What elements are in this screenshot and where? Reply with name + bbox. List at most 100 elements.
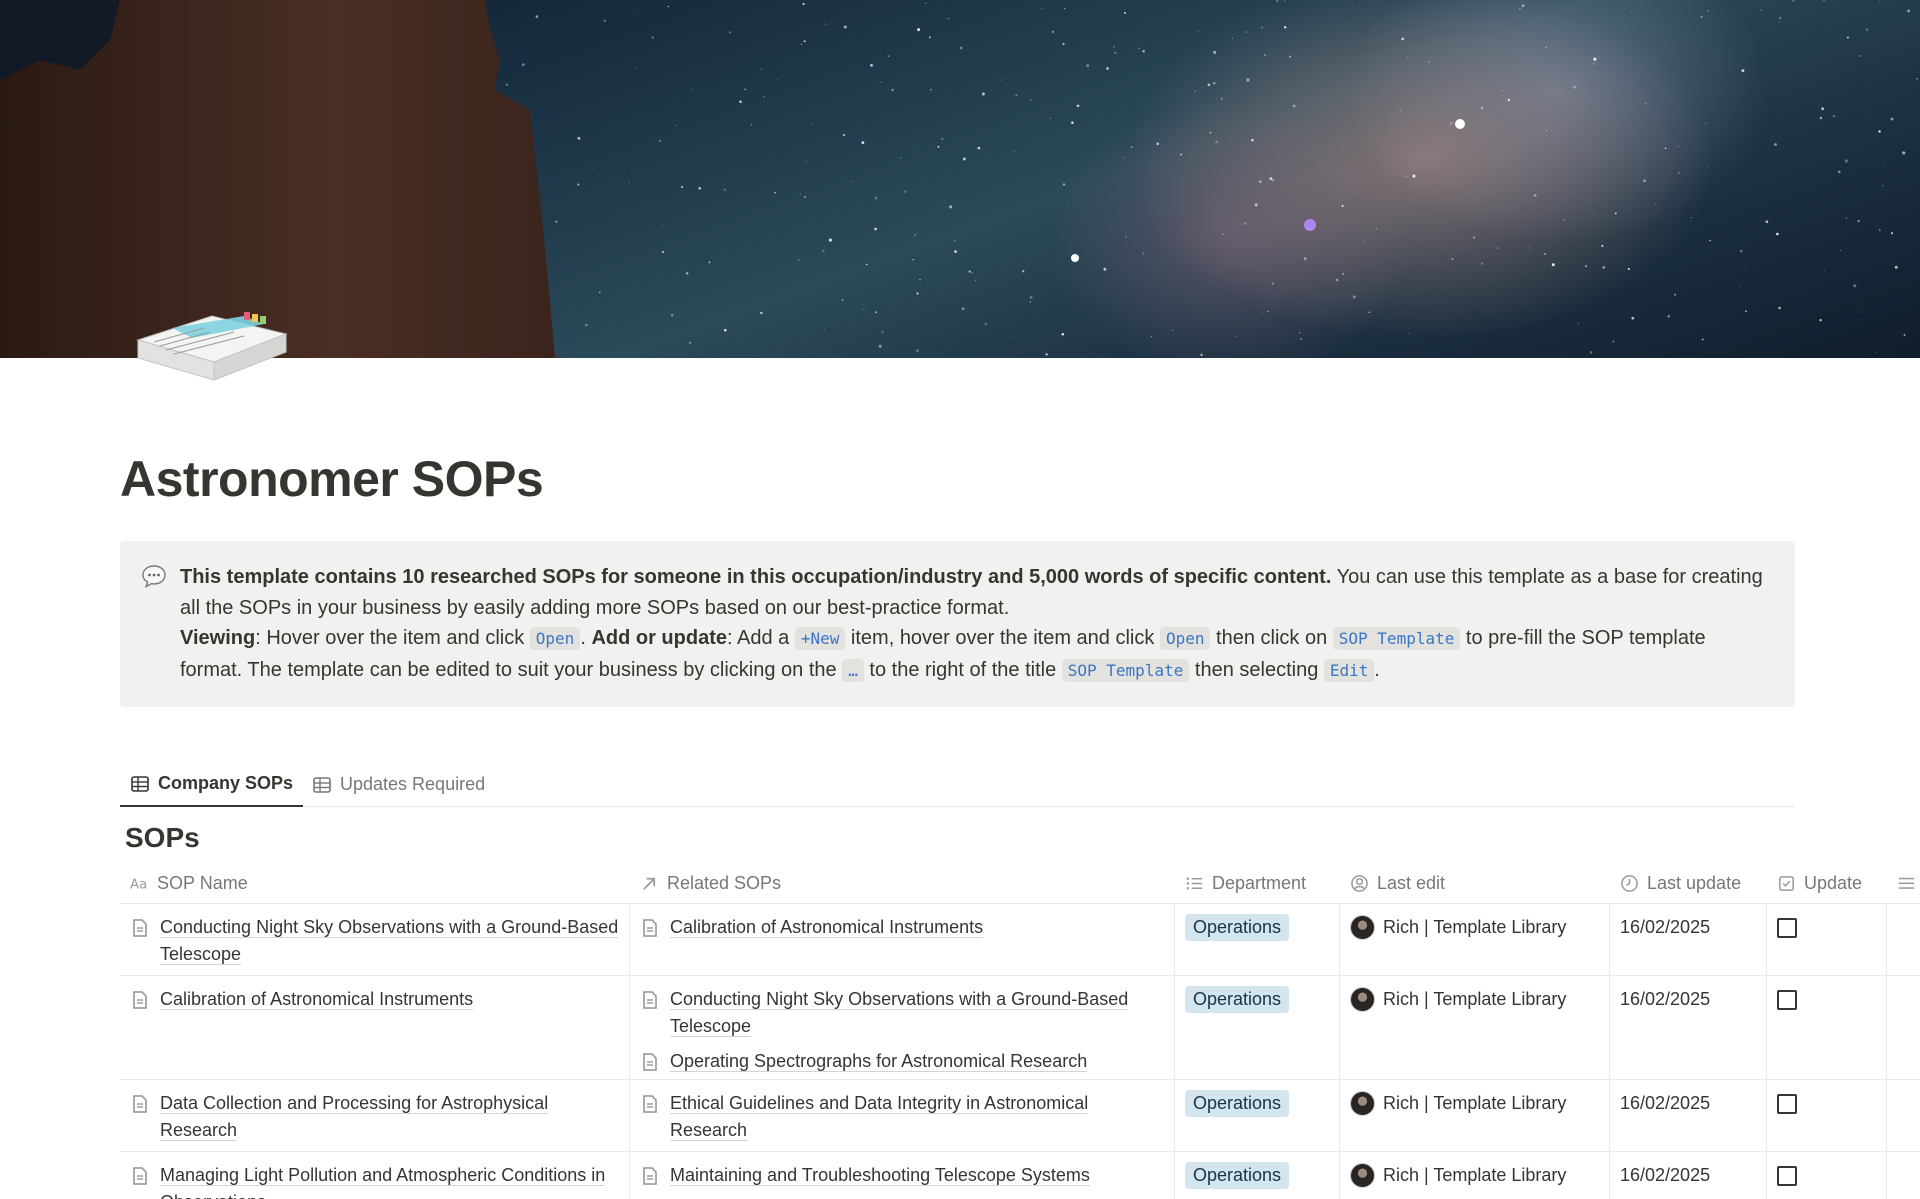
page-icon — [133, 991, 147, 1009]
viewing-text-1: : Hover over the item and click — [255, 627, 530, 649]
tab-label: Updates Required — [340, 774, 486, 794]
table-icon — [131, 775, 149, 792]
sop-name-cell[interactable]: Calibration of Astronomical Instruments — [120, 976, 630, 1079]
last-edit-person: Rich | Template Library — [1350, 1162, 1599, 1189]
table-row[interactable]: Managing Light Pollution and Atmospheric… — [120, 1152, 1920, 1199]
table-header: Aa SOP Name Related SOPs Department Last… — [120, 862, 1920, 904]
department-cell[interactable]: Operations — [1175, 1080, 1340, 1151]
table-row[interactable]: Calibration of Astronomical Instruments … — [120, 976, 1920, 1080]
column-header-more[interactable] — [1887, 862, 1920, 904]
callout-bold-intro: This template contains 10 researched SOP… — [180, 566, 1332, 588]
related-sop-name: Calibration of Astronomical Instruments — [670, 917, 984, 938]
table-row[interactable]: Data Collection and Processing for Astro… — [120, 1080, 1920, 1152]
update-checkbox[interactable] — [1777, 990, 1797, 1010]
code-dots: … — [842, 658, 864, 682]
database-title[interactable]: SOPs — [125, 822, 200, 854]
page-icon — [643, 991, 657, 1009]
department-tag: Operations — [1185, 914, 1290, 941]
avatar — [1350, 1091, 1375, 1116]
department-cell[interactable]: Operations — [1175, 976, 1340, 1079]
related-sops-cell[interactable]: Ethical Guidelines and Data Integrity in… — [630, 1080, 1175, 1151]
last-edit-cell[interactable]: Rich | Template Library — [1340, 1080, 1610, 1151]
last-update-cell[interactable]: 16/02/2025 — [1610, 904, 1767, 975]
last-edit-cell[interactable]: Rich | Template Library — [1340, 1152, 1610, 1199]
page-title: Astronomer SOPs — [120, 451, 544, 507]
table-row[interactable]: Conducting Night Sky Observations with a… — [120, 904, 1920, 976]
relation-arrow-icon — [643, 877, 656, 890]
callout-text: This template contains 10 researched SOP… — [180, 562, 1765, 686]
related-sop-link[interactable]: Maintaining and Troubleshooting Telescop… — [640, 1162, 1164, 1189]
add-text-3: then click on — [1210, 627, 1333, 649]
sops-table: Aa SOP Name Related SOPs Department Last… — [120, 862, 1920, 1199]
related-sop-link[interactable]: Conducting Night Sky Observations with a… — [640, 986, 1164, 1040]
related-sop-link[interactable]: Ethical Guidelines and Data Integrity in… — [640, 1090, 1164, 1144]
related-sop-link[interactable]: Operating Spectrographs for Astronomical… — [640, 1048, 1164, 1075]
sop-name-link[interactable]: Data Collection and Processing for Astro… — [130, 1090, 619, 1144]
last-update-cell[interactable]: 16/02/2025 — [1610, 1152, 1767, 1199]
last-edit-name: Rich | Template Library — [1383, 1165, 1567, 1185]
last-update-date: 16/02/2025 — [1620, 917, 1711, 937]
column-header-last-edit[interactable]: Last edit — [1340, 862, 1610, 904]
tab-updates-required[interactable]: Updates Required — [302, 762, 495, 807]
column-label: Last edit — [1377, 872, 1446, 893]
sop-name-cell[interactable]: Conducting Night Sky Observations with a… — [120, 904, 630, 975]
code-open-2: Open — [1159, 627, 1211, 650]
update-cell — [1767, 1080, 1887, 1151]
column-label: Related SOPs — [667, 872, 782, 893]
view-tabs: Company SOPs Updates Required — [120, 762, 1795, 807]
page-icon — [643, 1095, 657, 1113]
department-cell[interactable]: Operations — [1175, 1152, 1340, 1199]
column-label: Department — [1212, 872, 1307, 893]
last-edit-cell[interactable]: Rich | Template Library — [1340, 904, 1610, 975]
last-edit-cell[interactable]: Rich | Template Library — [1340, 976, 1610, 1079]
related-sop-link[interactable]: Calibration of Astronomical Instruments — [640, 914, 1164, 941]
related-sop-name: Conducting Night Sky Observations with a… — [670, 989, 1129, 1037]
update-cell — [1767, 1152, 1887, 1199]
sop-name-cell[interactable]: Data Collection and Processing for Astro… — [120, 1080, 630, 1151]
add-update-label: Add or update — [591, 627, 727, 649]
column-header-update[interactable]: Update — [1767, 862, 1887, 904]
column-header-sop-name[interactable]: Aa SOP Name — [120, 862, 630, 904]
tab-label: Company SOPs — [158, 773, 294, 793]
column-header-department[interactable]: Department — [1175, 862, 1340, 904]
update-checkbox[interactable] — [1777, 1166, 1797, 1186]
person-icon — [1351, 874, 1368, 892]
related-sops-cell[interactable]: Conducting Night Sky Observations with a… — [630, 976, 1175, 1079]
page-icon — [133, 1167, 147, 1185]
tab-company-sops[interactable]: Company SOPs — [120, 762, 304, 807]
last-update-cell[interactable]: 16/02/2025 — [1610, 1080, 1767, 1151]
page-icon — [133, 1095, 147, 1113]
avatar — [1350, 915, 1375, 940]
last-update-cell[interactable]: 16/02/2025 — [1610, 976, 1767, 1079]
speech-bubble-icon[interactable] — [141, 563, 167, 589]
last-edit-name: Rich | Template Library — [1383, 1093, 1567, 1113]
last-edit-person: Rich | Template Library — [1350, 914, 1599, 941]
related-sops-cell[interactable]: Maintaining and Troubleshooting Telescop… — [630, 1152, 1175, 1199]
code-edit: Edit — [1323, 658, 1375, 682]
update-cell — [1767, 904, 1887, 975]
update-checkbox[interactable] — [1777, 1094, 1797, 1114]
column-header-related-sops[interactable]: Related SOPs — [630, 862, 1175, 904]
extra-cell — [1887, 1152, 1920, 1199]
page-icon — [643, 1167, 657, 1185]
last-edit-person: Rich | Template Library — [1350, 1090, 1599, 1117]
sop-name-link[interactable]: Conducting Night Sky Observations with a… — [130, 914, 619, 968]
document-stack-icon[interactable] — [134, 300, 290, 392]
update-checkbox[interactable] — [1777, 918, 1797, 938]
related-sop-name: Maintaining and Troubleshooting Telescop… — [670, 1165, 1090, 1186]
code-sop-template-2: SOP Template — [1061, 658, 1190, 682]
avatar — [1350, 1163, 1375, 1188]
column-label: SOP Name — [157, 872, 248, 893]
page-icon — [133, 919, 147, 937]
add-text-1: : Add a — [726, 627, 795, 649]
column-header-last-update[interactable]: Last update — [1610, 862, 1767, 904]
department-cell[interactable]: Operations — [1175, 904, 1340, 975]
sop-name-link[interactable]: Calibration of Astronomical Instruments — [130, 986, 619, 1013]
update-cell — [1767, 976, 1887, 1079]
sop-name-link[interactable]: Managing Light Pollution and Atmospheric… — [130, 1162, 619, 1199]
department-tag: Operations — [1185, 986, 1290, 1013]
column-label: Update — [1804, 872, 1863, 893]
sop-name-cell[interactable]: Managing Light Pollution and Atmospheric… — [120, 1152, 630, 1199]
avatar — [1350, 987, 1375, 1012]
related-sops-cell[interactable]: Calibration of Astronomical Instruments — [630, 904, 1175, 975]
